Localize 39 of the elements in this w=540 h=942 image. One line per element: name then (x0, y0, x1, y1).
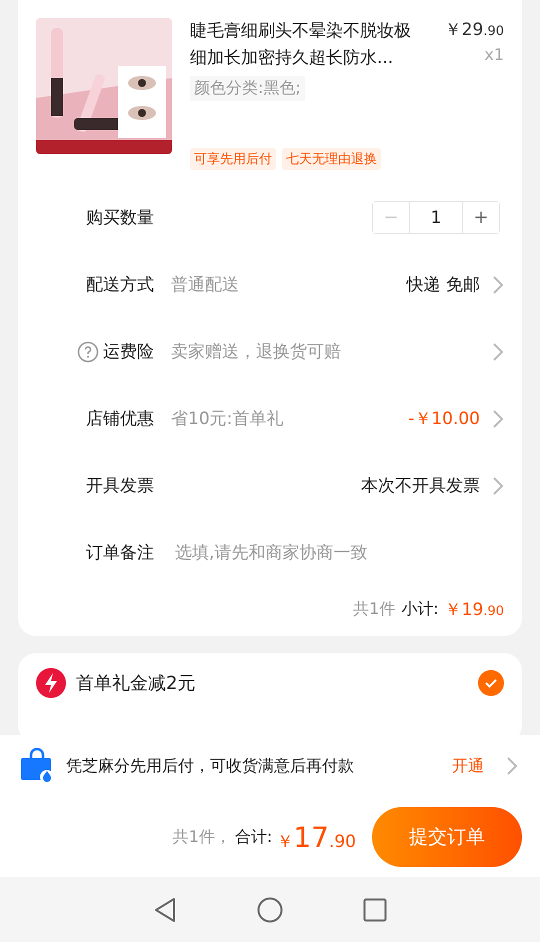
promo-text: 凭芝麻分先用后付，可收货满意后再付款 (66, 756, 355, 776)
row-detail: 省10元:首单礼 (171, 408, 284, 430)
recent-apps-icon[interactable] (363, 898, 387, 922)
chevron-right-icon (492, 342, 504, 362)
activate-link[interactable]: 开通 (452, 756, 484, 776)
row-value[interactable]: 快递 免邮 (406, 273, 480, 296)
total-price: ￥17.90 (276, 820, 356, 854)
subtotal-price: ￥19.90 (444, 598, 504, 620)
product-quantity: x1 (484, 45, 504, 64)
chevron-right-icon (506, 756, 518, 776)
service-tag: 七天无理由退换 (282, 148, 381, 170)
row-label: 店铺优惠 (86, 408, 154, 430)
product-price: ￥29.90 (444, 19, 504, 41)
subtotal-label: 小计: (401, 598, 439, 620)
total-label: 合计: (234, 826, 272, 848)
product-title[interactable]: 睫毛膏细刷头不晕染不脱妆极细加长加密持久超长防水... (190, 18, 426, 72)
row-value[interactable]: -￥10.00 (408, 407, 480, 430)
row-label: 开具发票 (86, 475, 154, 497)
chevron-right-icon (492, 274, 504, 294)
product-variant: 颜色分类:黑色; (190, 76, 305, 101)
submit-order-button[interactable]: 提交订单 (372, 807, 522, 867)
row-value[interactable]: 本次不开具发票 (361, 474, 480, 497)
row-label: 配送方式 (86, 274, 154, 296)
item-count: 共1件， (172, 826, 231, 848)
help-icon[interactable] (77, 340, 99, 362)
row-detail: 卖家赠送，退换货可赔 (171, 341, 342, 363)
row-detail: 普通配送 (171, 274, 240, 296)
row-label: 购买数量 (86, 207, 154, 229)
lightning-icon (36, 668, 66, 698)
back-icon[interactable] (153, 896, 177, 922)
chevron-right-icon (492, 408, 504, 428)
service-tag: 可享先用后付 (190, 148, 276, 170)
item-count: 共1件 (353, 598, 396, 620)
coupon-text: 首单礼金减2元 (76, 672, 196, 695)
home-icon[interactable] (257, 896, 283, 922)
chevron-right-icon (492, 476, 504, 496)
row-label: 订单备注 (86, 542, 154, 564)
coupon-checkbox[interactable] (478, 670, 504, 696)
row-label: 运费险 (103, 341, 154, 363)
